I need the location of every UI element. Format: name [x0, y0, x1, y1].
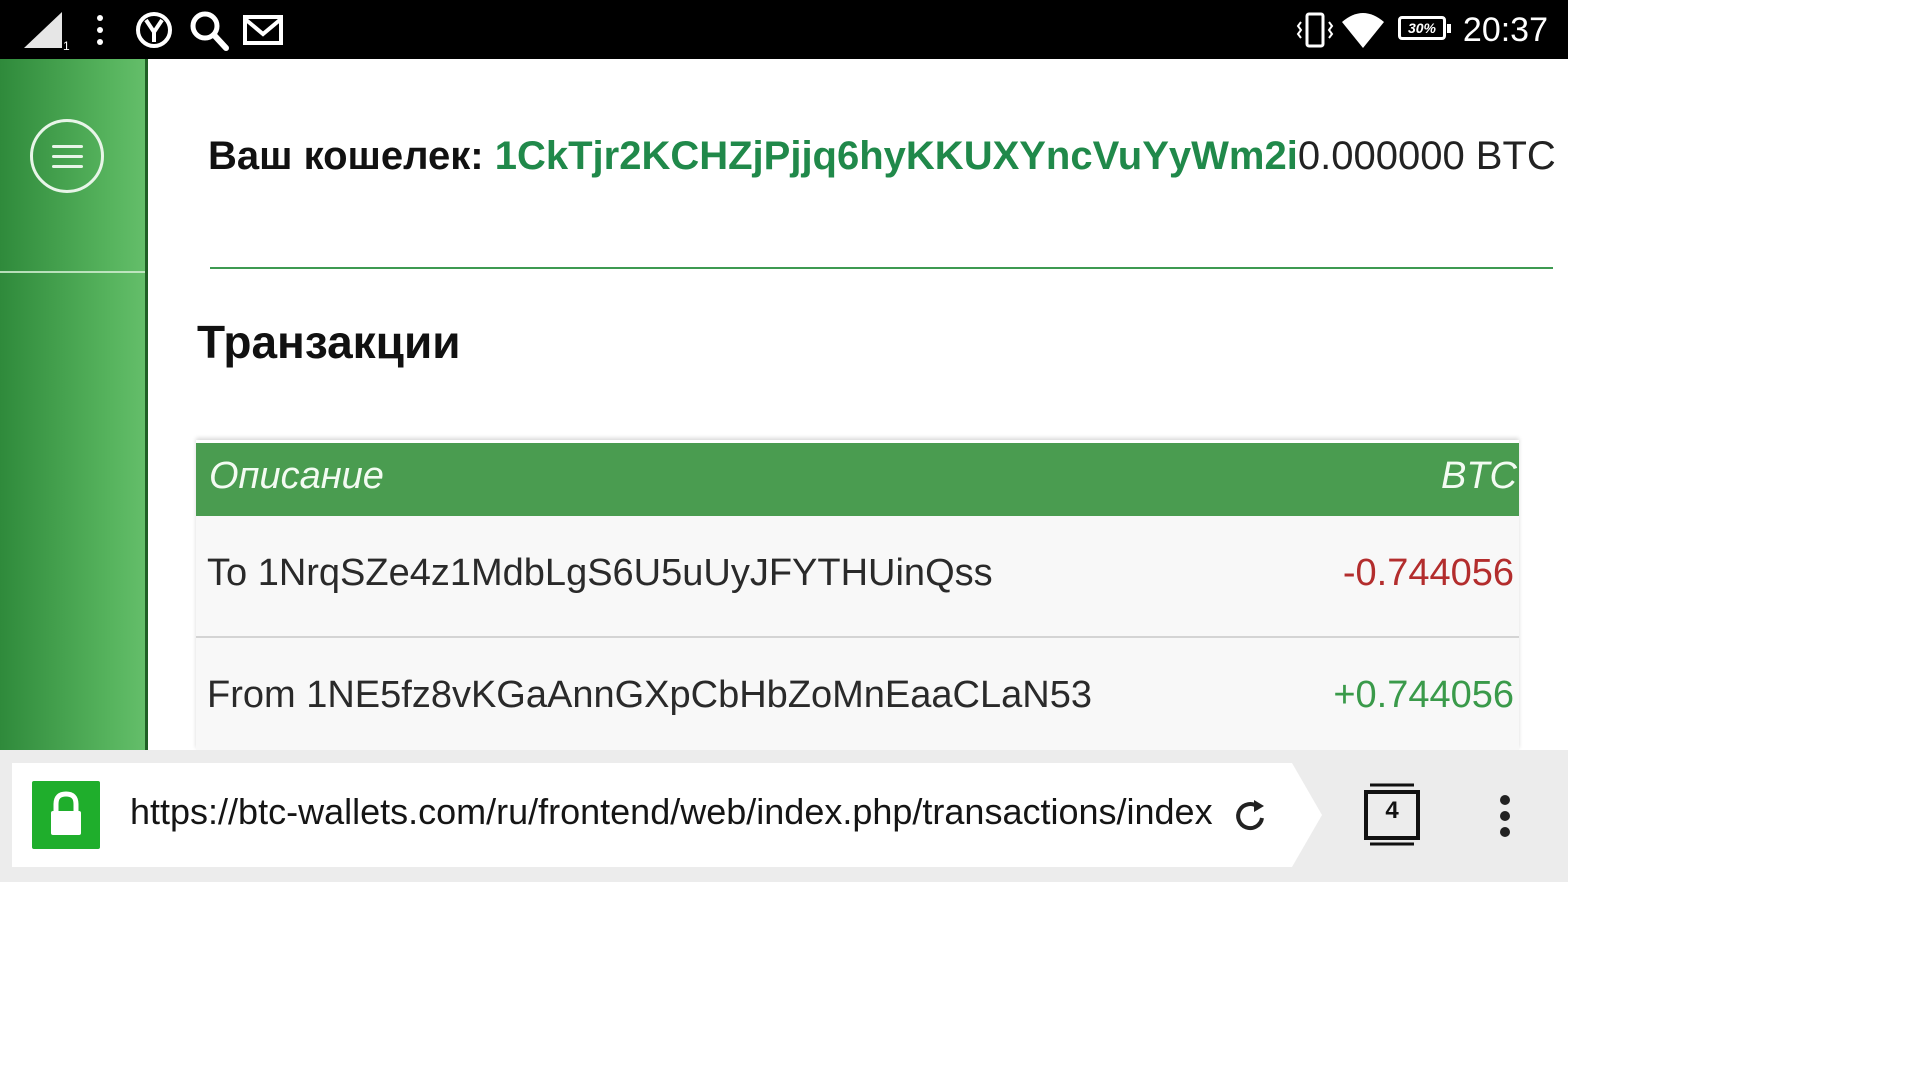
- transactions-table: Описание BTC To 1NrqSZe4z1MdbLgS6U5uUyJF…: [196, 440, 1519, 758]
- hamburger-icon[interactable]: [30, 119, 104, 193]
- tab-count: 4: [1385, 797, 1399, 824]
- wifi-icon: [1342, 13, 1384, 48]
- column-header-btc[interactable]: BTC: [1441, 455, 1517, 498]
- table-row[interactable]: To 1NrqSZe4z1MdbLgS6U5uUyJFYTHUinQss -0.…: [196, 516, 1519, 638]
- table-row[interactable]: From 1NE5fz8vKGaAnnGXpCbHbZoMnEaaCLaN53 …: [196, 638, 1519, 758]
- transaction-description: To 1NrqSZe4z1MdbLgS6U5uUyJFYTHUinQss: [207, 552, 993, 594]
- browser-toolbar: https://btc-wallets.com/ru/frontend/web/…: [0, 750, 1568, 882]
- vibrate-icon: [1296, 12, 1334, 48]
- column-header-description[interactable]: Описание: [209, 455, 384, 498]
- signal-icon: 1: [24, 12, 70, 52]
- transaction-amount: -0.744056: [1342, 552, 1514, 594]
- transaction-amount: +0.744056: [1333, 674, 1514, 716]
- wallet-address[interactable]: 1CkTjr2KCHZjPjjq6hyKKUXYncVuYyWm2i: [495, 134, 1298, 178]
- url-text[interactable]: https://btc-wallets.com/ru/frontend/web/…: [130, 791, 1213, 833]
- transaction-description: From 1NE5fz8vKGaAnnGXpCbHbZoMnEaaCLaN53: [207, 674, 1092, 716]
- status-bar: 1 30% 20:37: [0, 0, 1568, 59]
- wallet-summary: Ваш кошелек: 1CkTjr2KCHZjPjjq6hyKKUXYncV…: [208, 130, 1556, 182]
- status-clock: 20:37: [1462, 11, 1548, 49]
- lock-icon[interactable]: [32, 781, 100, 849]
- sidebar-divider: [0, 271, 145, 273]
- more-vert-icon[interactable]: [92, 8, 108, 52]
- page-title: Транзакции: [197, 316, 461, 368]
- battery-icon: 30%: [1398, 16, 1451, 40]
- table-header: Описание BTC: [196, 443, 1519, 516]
- sidebar: [0, 59, 148, 750]
- more-vert-icon[interactable]: [1490, 794, 1520, 838]
- address-bar[interactable]: https://btc-wallets.com/ru/frontend/web/…: [12, 763, 1322, 867]
- mail-icon: [243, 15, 283, 45]
- yandex-icon: [136, 12, 172, 48]
- wallet-balance: 0.000000 BTC: [1297, 134, 1556, 178]
- divider: [210, 267, 1553, 269]
- search-icon: [190, 11, 229, 51]
- reload-icon[interactable]: [1230, 796, 1270, 836]
- signal-sub-label: 1: [63, 39, 70, 52]
- tab-switcher-button[interactable]: 4: [1364, 782, 1420, 848]
- wallet-label: Ваш кошелек:: [208, 134, 484, 178]
